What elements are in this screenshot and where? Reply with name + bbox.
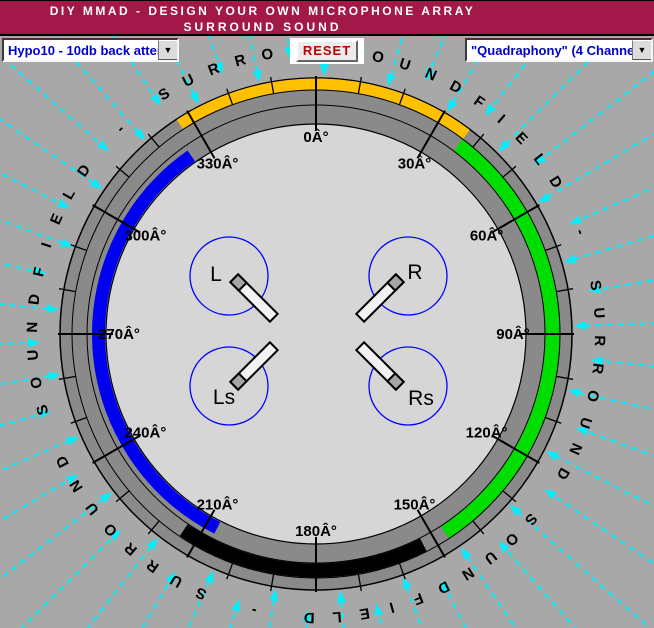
svg-text:L: L bbox=[332, 608, 342, 626]
svg-text:N: N bbox=[24, 322, 41, 333]
channel-format-select[interactable]: "Quadraphony" (4 Channels ▼ bbox=[465, 38, 653, 62]
surround-dial: SOUNDFIELD-SURROUNDSOUNDFIELD-SURROUNDSO… bbox=[0, 0, 654, 628]
degree-label: 150Â° bbox=[394, 496, 436, 514]
dial-interior bbox=[106, 124, 526, 544]
channel-format-value: "Quadraphony" (4 Channels bbox=[467, 43, 632, 58]
title-bar: DIY MMAD - DESIGN YOUR OWN MICROPHONE AR… bbox=[0, 0, 654, 36]
svg-text:U: U bbox=[590, 307, 608, 319]
mmad-app-window: { "header": { "line1": "DIY MMAD - DESIG… bbox=[0, 0, 654, 628]
svg-text:R: R bbox=[591, 335, 608, 346]
svg-text:D: D bbox=[26, 293, 44, 306]
mic-label-Ls: Ls bbox=[213, 386, 235, 409]
svg-text:D: D bbox=[303, 609, 314, 626]
chevron-down-icon[interactable]: ▼ bbox=[158, 40, 177, 60]
chevron-down-icon[interactable]: ▼ bbox=[632, 40, 651, 60]
degree-label: 180Â° bbox=[295, 522, 337, 540]
mic-label-R: R bbox=[407, 261, 422, 284]
degree-label: 210Â° bbox=[197, 496, 239, 514]
svg-text:R: R bbox=[588, 362, 606, 375]
degree-label: 270Â° bbox=[98, 325, 140, 343]
degree-label: 120Â° bbox=[466, 424, 508, 442]
degree-label: 90Â° bbox=[496, 325, 530, 343]
degree-label: 30Â° bbox=[398, 154, 432, 172]
app-subtitle: SURROUND SOUND bbox=[0, 20, 525, 34]
svg-text:U: U bbox=[24, 349, 42, 361]
degree-label: 0Â° bbox=[303, 128, 328, 146]
degree-label: 330Â° bbox=[197, 154, 239, 172]
title-text: DIY MMAD - DESIGN YOUR OWN MICROPHONE AR… bbox=[0, 4, 525, 34]
degree-label: 300Â° bbox=[124, 227, 166, 245]
reset-button[interactable]: RESET bbox=[296, 40, 358, 62]
degree-label: 240Â° bbox=[124, 424, 166, 442]
app-title: DIY MMAD - DESIGN YOUR OWN MICROPHONE AR… bbox=[0, 4, 525, 18]
degree-label: 60Â° bbox=[470, 227, 504, 245]
mic-label-L: L bbox=[210, 263, 222, 286]
mic-label-Rs: Rs bbox=[408, 387, 434, 410]
mic-pattern-value: Hypo10 - 10db back atten. bbox=[4, 43, 158, 58]
mic-pattern-select[interactable]: Hypo10 - 10db back atten. ▼ bbox=[2, 38, 179, 62]
